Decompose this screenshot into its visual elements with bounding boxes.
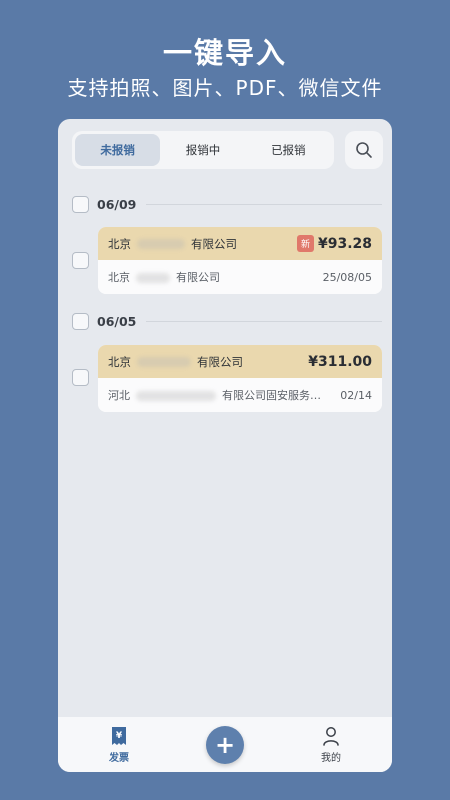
- divider: [146, 321, 382, 322]
- search-icon: [356, 142, 372, 158]
- redacted-text: [136, 391, 216, 401]
- nav-mine-label: 我的: [321, 752, 341, 764]
- group-checkbox[interactable]: [72, 313, 89, 330]
- date-group-header: 06/09: [72, 196, 382, 213]
- buyer-name: 河北 有限公司固安服务…: [108, 389, 321, 402]
- group-date: 06/05: [97, 314, 137, 329]
- promo-subline: 支持拍照、图片、PDF、微信文件: [67, 76, 383, 100]
- bottom-nav: ¥ 发票 + 我的: [58, 717, 392, 772]
- group-checkbox[interactable]: [72, 196, 89, 213]
- seller-name: 北京 有限公司: [108, 236, 237, 251]
- group-date: 06/09: [97, 197, 137, 212]
- redacted-text: [136, 273, 170, 283]
- invoice-date: 25/08/05: [322, 270, 372, 284]
- nav-invoices[interactable]: ¥ 发票: [84, 726, 154, 764]
- buyer-name: 北京 有限公司: [108, 271, 220, 284]
- search-button[interactable]: [345, 131, 383, 169]
- seller-name: 北京 有限公司: [108, 354, 243, 369]
- invoice-card[interactable]: 北京 有限公司 新 ¥93.28 北京 有限公司 25/08/05: [98, 227, 382, 294]
- invoice-card-body: 北京 有限公司 25/08/05: [98, 260, 382, 294]
- invoice-date: 02/14: [340, 388, 372, 402]
- redacted-text: [137, 239, 185, 249]
- user-icon: [323, 726, 339, 746]
- app-screen: 未报销 报销中 已报销 06/09 北京 有限公司 新 ¥93.28 北京 有限公司: [58, 119, 392, 772]
- invoice-card[interactable]: 北京 有限公司 ¥311.00 河北 有限公司固安服务… 02/14: [98, 345, 382, 412]
- tab-reimbursing[interactable]: 报销中: [160, 134, 245, 166]
- date-group-header: 06/05: [72, 313, 382, 330]
- divider: [146, 204, 382, 205]
- redacted-text: [137, 357, 191, 367]
- invoice-card-body: 河北 有限公司固安服务… 02/14: [98, 378, 382, 412]
- invoice-card-header: 北京 有限公司 ¥311.00: [98, 345, 382, 378]
- invoice-checkbox[interactable]: [72, 252, 89, 269]
- promo-headline: 一键导入: [162, 36, 287, 70]
- svg-text:¥: ¥: [116, 731, 123, 741]
- invoice-card-header: 北京 有限公司 新 ¥93.28: [98, 227, 382, 260]
- tab-reimbursed[interactable]: 已报销: [246, 134, 331, 166]
- nav-mine[interactable]: 我的: [296, 726, 366, 764]
- invoice-amount: ¥93.28: [317, 235, 372, 252]
- invoice-checkbox[interactable]: [72, 369, 89, 386]
- plus-icon: +: [214, 730, 236, 759]
- status-tabs: 未报销 报销中 已报销: [72, 131, 334, 169]
- new-badge: 新: [296, 235, 314, 252]
- tab-unreimbursed[interactable]: 未报销: [75, 134, 161, 166]
- invoice-amount: ¥311.00: [308, 353, 372, 370]
- add-invoice-button[interactable]: +: [206, 725, 244, 764]
- nav-invoices-label: 发票: [109, 752, 129, 764]
- invoice-icon: ¥: [112, 726, 126, 745]
